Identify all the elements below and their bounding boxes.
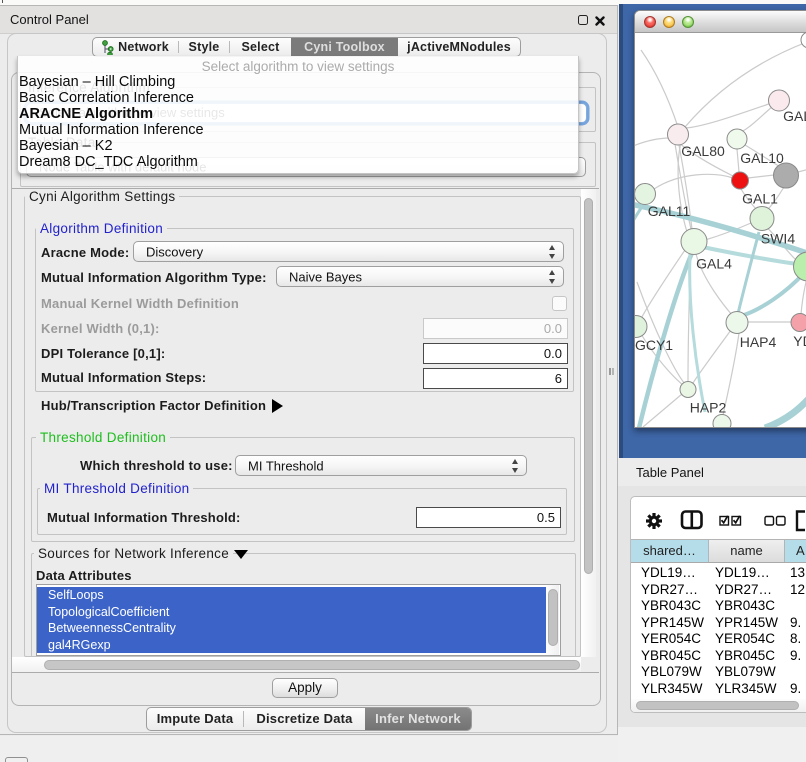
svg-text:GAL11: GAL11 <box>648 203 691 219</box>
svg-text:HAP2: HAP2 <box>690 400 727 416</box>
svg-text:GAL10: GAL10 <box>740 150 784 166</box>
svg-text:SWI4: SWI4 <box>761 231 795 247</box>
svg-text:GAL7: GAL7 <box>783 108 806 124</box>
svg-text:GAL1: GAL1 <box>742 191 778 207</box>
svg-text:GAL80: GAL80 <box>681 143 725 159</box>
svg-text:HAP4: HAP4 <box>740 334 777 350</box>
svg-text:YD: YD <box>793 333 806 349</box>
svg-text:GAL4: GAL4 <box>696 256 732 272</box>
svg-text:GCY1: GCY1 <box>635 337 673 353</box>
